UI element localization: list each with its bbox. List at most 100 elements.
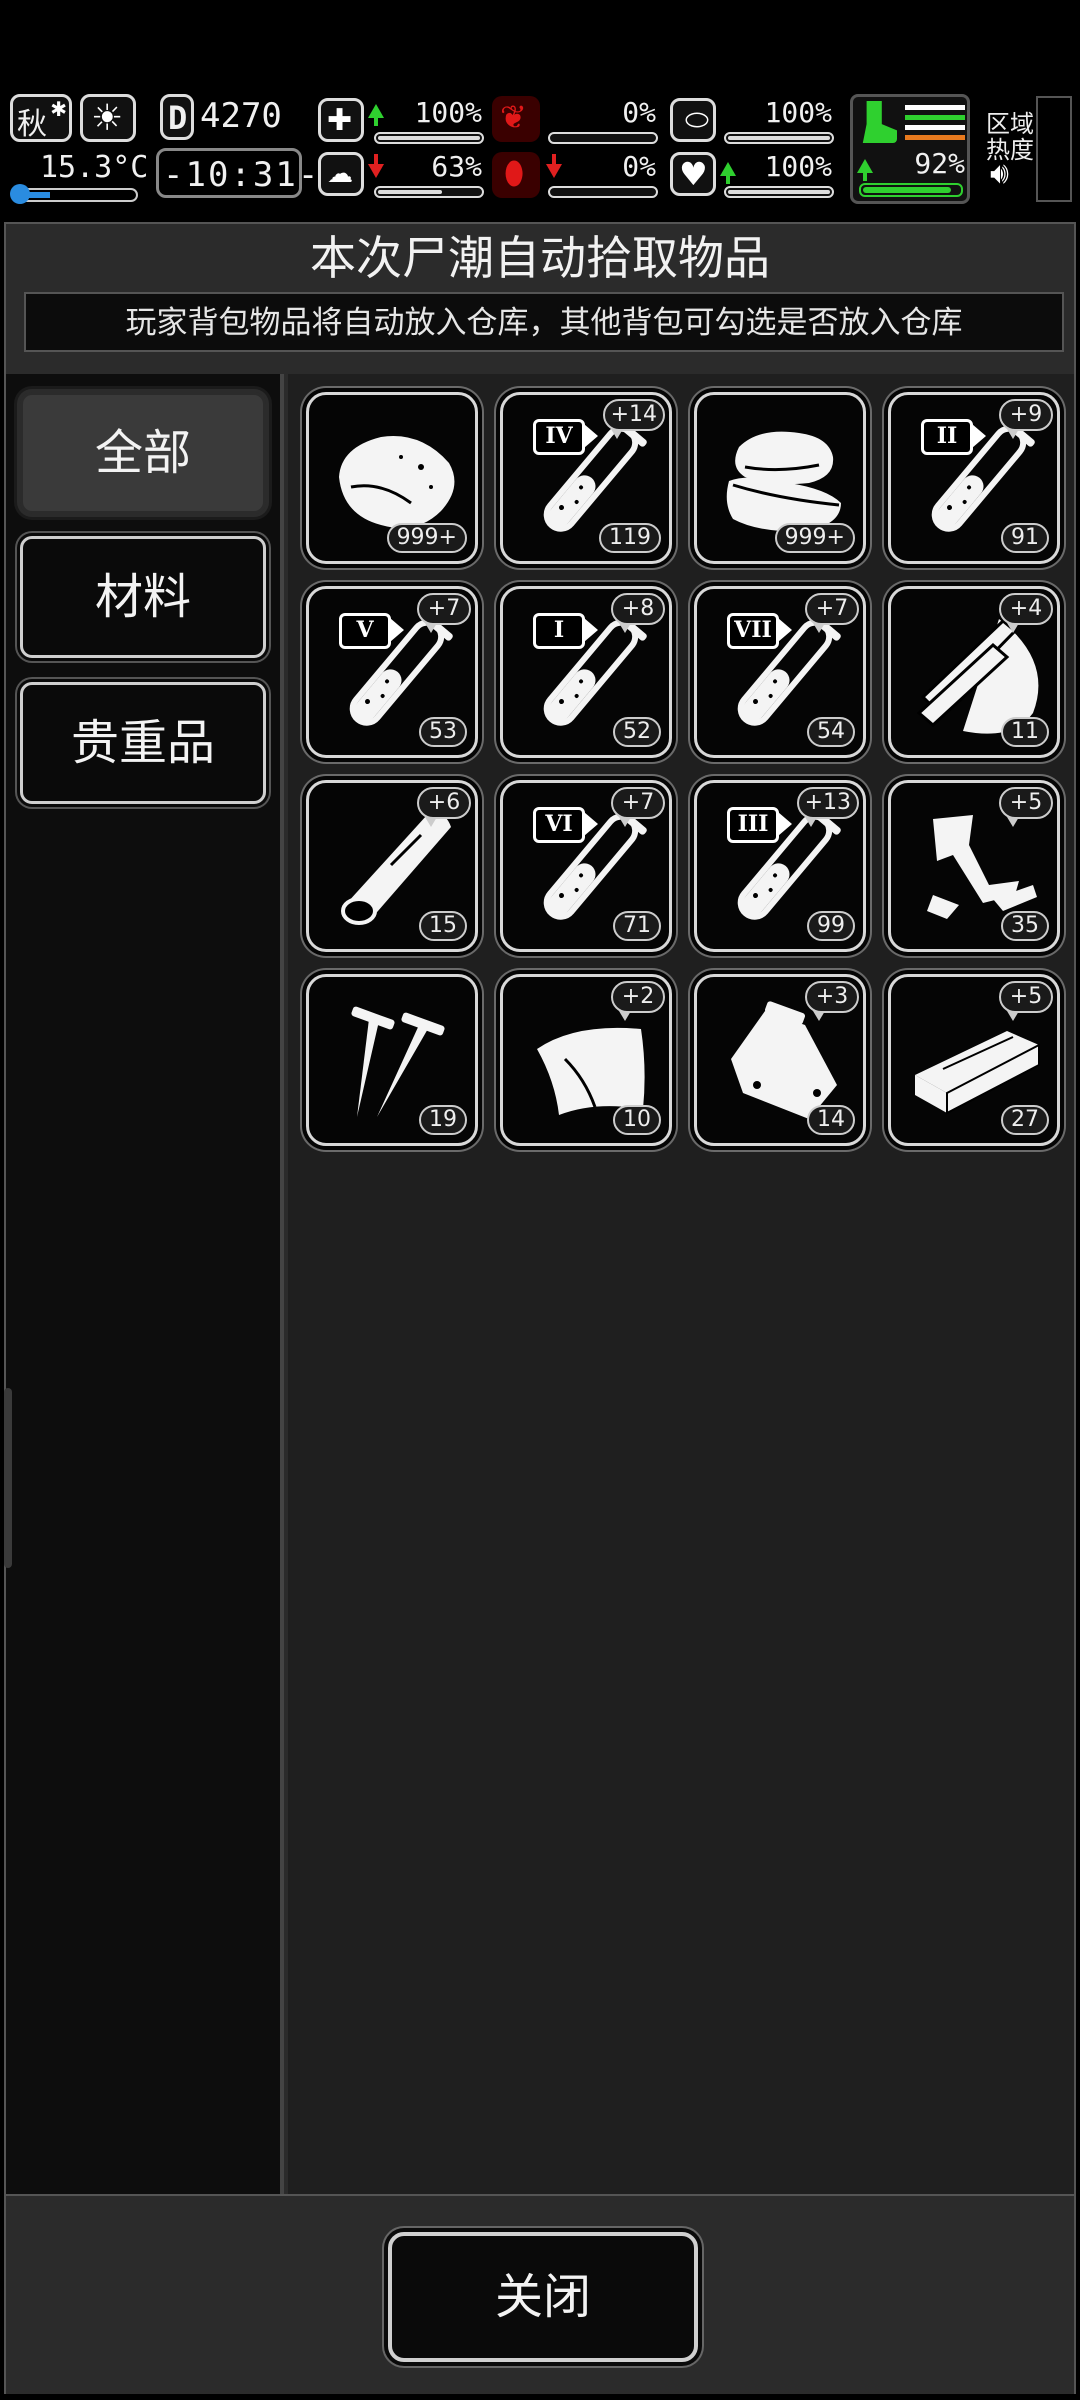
item-count: 99 <box>807 911 855 941</box>
item-count: 19 <box>419 1105 467 1135</box>
zone-heat-meter <box>1036 96 1072 202</box>
blood-drop-icon: ⬮ <box>504 154 525 192</box>
pill-bar <box>724 132 834 144</box>
health-up-arrow <box>368 104 384 126</box>
stamina-pct: 92% <box>914 147 965 180</box>
brain-box: ☁ <box>318 152 364 196</box>
item-slot[interactable]: II +9 91 <box>888 392 1060 564</box>
mind-bar-fill <box>378 190 443 194</box>
day-prefix: D <box>168 99 188 137</box>
item-count: 999+ <box>386 523 467 553</box>
stamina-bar <box>859 183 963 197</box>
close-button[interactable]: 关闭 <box>388 2232 698 2362</box>
item-slot[interactable]: VII +7 54 <box>694 586 866 758</box>
mind-down-arrow <box>368 154 384 178</box>
weather-box: ☀ <box>80 94 136 142</box>
item-slot[interactable]: 999+ <box>306 392 478 564</box>
speaker-icon[interactable]: 🔊︎ <box>990 156 1009 191</box>
item-slot[interactable]: IV +14 119 <box>500 392 672 564</box>
stamina-bar-fill <box>863 187 952 193</box>
tier-badge: III <box>727 807 792 843</box>
stamina-stripes <box>905 105 965 141</box>
heart-bar <box>724 186 834 198</box>
category-tab-all[interactable]: 全部 <box>20 392 266 514</box>
item-count: 14 <box>807 1105 855 1135</box>
heart-icon: ♥ <box>679 155 708 193</box>
day-counter: 4270 <box>200 96 282 136</box>
stomach-box: ❦ <box>492 96 540 142</box>
category-tab-valuables-label: 贵重品 <box>70 715 215 771</box>
mind-bar <box>374 186 484 198</box>
pill-box: ⬭ <box>670 98 716 142</box>
bonus-badge: +14 <box>602 399 665 439</box>
item-slot[interactable]: 19 <box>306 974 478 1146</box>
item-count: 119 <box>599 523 661 553</box>
medkit-icon: ✚ <box>327 103 353 138</box>
item-slot[interactable]: +5 35 <box>888 780 1060 952</box>
item-slot[interactable]: VI +7 71 <box>500 780 672 952</box>
item-grid: 999+ IV +14 119 999+ II +9 91 V +7 53 I +8 52 <box>288 374 1074 2194</box>
clock-readout: -10:31- <box>163 155 321 195</box>
item-slot[interactable]: +5 27 <box>888 974 1060 1146</box>
panel-subtitle: 玩家背包物品将自动放入仓库，其他背包可勾选是否放入仓库 <box>24 292 1064 352</box>
blood-pct: 0% <box>622 150 656 183</box>
boot-icon <box>862 101 897 143</box>
health-pct: 100% <box>414 96 482 129</box>
item-count: 52 <box>613 717 661 747</box>
tier-badge: VII <box>727 613 792 649</box>
bonus-badge: +5 <box>999 981 1053 1021</box>
heart-box: ♥ <box>670 152 716 196</box>
category-sidebar: 全部 材料 贵重品 <box>6 374 284 2194</box>
status-bar: 秋 ✱ ☀ 15.3°C D 4270 -10:31- ✚ 100% ☁ 63%… <box>0 88 1080 212</box>
hunger-pct: 0% <box>622 96 656 129</box>
health-bar-fill <box>378 136 480 140</box>
item-slot[interactable]: V +7 53 <box>306 586 478 758</box>
item-count: 999+ <box>774 523 855 553</box>
bonus-badge: +7 <box>417 593 471 633</box>
leaf-icon: ✱ <box>50 97 67 121</box>
stamina-panel: 92% <box>850 94 970 204</box>
bonus-badge: +9 <box>999 399 1053 439</box>
bonus-badge: +4 <box>999 593 1053 633</box>
item-slot[interactable]: +3 14 <box>694 974 866 1146</box>
item-slot[interactable]: 999+ <box>694 392 866 564</box>
item-count: 53 <box>419 717 467 747</box>
category-tab-valuables[interactable]: 贵重品 <box>20 682 266 804</box>
bonus-badge: +5 <box>999 787 1053 827</box>
auto-pickup-panel: 本次尸潮自动拾取物品 玩家背包物品将自动放入仓库，其他背包可勾选是否放入仓库 全… <box>4 222 1076 2394</box>
hunger-bar <box>548 132 658 144</box>
bonus-badge: +13 <box>796 787 859 827</box>
item-count: 54 <box>807 717 855 747</box>
tier-badge: II <box>921 419 986 455</box>
day-box: D <box>160 94 194 140</box>
tier-badge: V <box>339 613 404 649</box>
close-button-label: 关闭 <box>494 2269 591 2325</box>
bonus-badge: +2 <box>611 981 665 1021</box>
temperature-gauge <box>10 184 138 204</box>
item-count: 10 <box>613 1105 661 1135</box>
item-slot[interactable]: +2 10 <box>500 974 672 1146</box>
blood-bar <box>548 186 658 198</box>
heart-bar-fill <box>728 190 830 194</box>
mind-pct: 63% <box>431 150 482 183</box>
health-bar <box>374 132 484 144</box>
heart-up-arrow <box>720 162 736 184</box>
stomach-icon: ❦ <box>500 98 527 136</box>
bonus-badge: +3 <box>805 981 859 1021</box>
pill-icon: ⬭ <box>685 103 709 136</box>
stamina-up-arrow <box>857 159 873 181</box>
category-tab-materials[interactable]: 材料 <box>20 536 266 658</box>
item-slot[interactable]: I +8 52 <box>500 586 672 758</box>
category-tab-materials-label: 材料 <box>94 569 191 625</box>
item-slot[interactable]: +6 15 <box>306 780 478 952</box>
blood-box: ⬮ <box>492 152 540 198</box>
side-scroll-handle[interactable] <box>4 1388 12 1568</box>
item-count: 11 <box>1001 717 1049 747</box>
tier-badge: I <box>533 613 598 649</box>
item-slot[interactable]: +4 11 <box>888 586 1060 758</box>
panel-title: 本次尸潮自动拾取物品 <box>310 231 770 285</box>
item-slot[interactable]: III +13 99 <box>694 780 866 952</box>
medkit-box: ✚ <box>318 98 364 142</box>
item-count: 15 <box>419 911 467 941</box>
item-count: 71 <box>613 911 661 941</box>
